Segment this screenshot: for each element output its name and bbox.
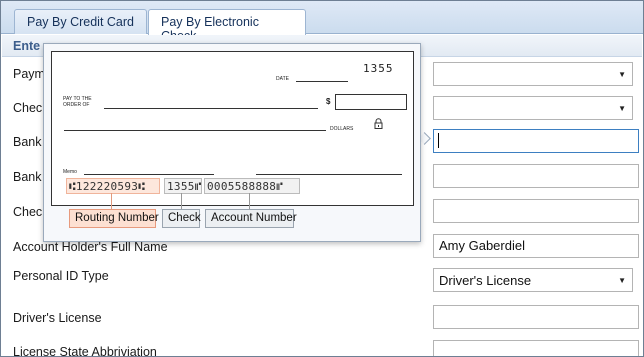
chevron-down-icon: ▼ (618, 70, 626, 79)
check-number-text: 1355 (363, 62, 394, 75)
date-label: DATE (276, 76, 289, 82)
order-of-label: ORDER OF (63, 102, 90, 108)
license-state-label: License State Abbriviation (13, 345, 157, 357)
tab-bar: Pay By Credit Card Pay By Electronic Che… (1, 1, 643, 43)
account-holder-name-input[interactable]: Amy Gaberdiel (433, 234, 639, 258)
amount-words-line (64, 130, 326, 131)
payment-form-window: Pay By Credit Card Pay By Electronic Che… (0, 0, 644, 357)
personal-id-type-select[interactable]: Driver's License ▼ (433, 268, 633, 292)
personal-id-type-label: Personal ID Type (13, 269, 109, 283)
payment-method-label: Paym (13, 67, 45, 81)
payee-line (104, 108, 318, 109)
account-holder-name-value: Amy Gaberdiel (439, 238, 525, 253)
amount-box (335, 94, 407, 110)
check-legend: Check (162, 209, 201, 228)
memo-label: Memo (63, 169, 77, 175)
routing-number-legend: Routing Number (69, 209, 159, 228)
micr-account-segment: 0005588888⑈ (204, 178, 300, 194)
memo-line (84, 174, 214, 175)
account-holder-name-label: Account Holder's Full Name (13, 240, 168, 254)
micr-check-segment: 1355⑈ (164, 178, 202, 194)
routing-number-input[interactable] (433, 129, 639, 153)
check-type-select[interactable]: ▼ (433, 96, 633, 120)
check-connector (181, 193, 182, 209)
micr-routing-segment: ⑆122220593⑆ (66, 178, 160, 194)
check-type-label: Chec (13, 101, 43, 115)
tab-electronic-check[interactable]: Pay By Electronic Check (148, 9, 306, 43)
account-number-input[interactable] (433, 164, 639, 188)
drivers-license-input[interactable] (433, 305, 639, 329)
dollars-label: DOLLARS (330, 126, 354, 132)
dollar-sign: $ (326, 97, 331, 106)
tab-credit-card[interactable]: Pay By Credit Card (14, 9, 147, 34)
check-help-popup: 1355 DATE PAY TO THE ORDER OF $ DOLLARS … (43, 43, 421, 242)
sample-check-image: 1355 DATE PAY TO THE ORDER OF $ DOLLARS … (51, 51, 414, 206)
drivers-license-label: Driver's License (13, 311, 102, 325)
section-title: Ente (13, 39, 41, 53)
payment-method-select[interactable]: ▼ (433, 62, 633, 86)
signature-line (256, 174, 402, 175)
chevron-down-icon: ▼ (618, 276, 626, 285)
lock-icon (374, 118, 383, 129)
personal-id-type-value: Driver's License (439, 273, 532, 288)
bank-routing-label: Bank (13, 135, 42, 149)
check-number-input[interactable] (433, 199, 639, 223)
date-line (296, 81, 348, 82)
check-number-label: Chec (13, 205, 43, 219)
text-caret (438, 133, 439, 148)
account-connector (249, 193, 250, 209)
license-state-input[interactable] (433, 340, 639, 356)
chevron-down-icon: ▼ (618, 104, 626, 113)
routing-connector (111, 193, 112, 209)
account-number-legend: Account Number (205, 209, 297, 228)
bank-account-label: Bank (13, 170, 42, 184)
